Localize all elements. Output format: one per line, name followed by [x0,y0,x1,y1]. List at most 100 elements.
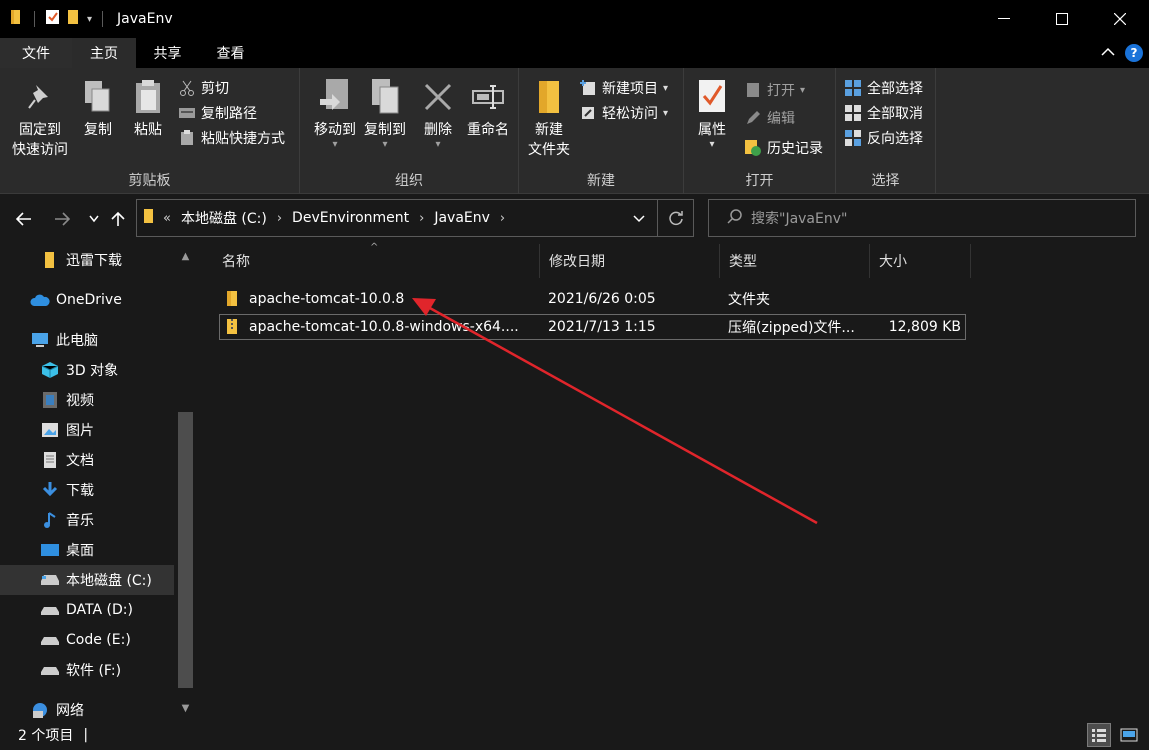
table-row[interactable]: apache-tomcat-10.0.8 2021/6/26 0:05 文件夹 [219,287,966,313]
new-folder-icon[interactable] [67,9,81,29]
column-header-date[interactable]: 修改日期 [540,244,720,278]
address-prefix[interactable]: « [163,211,171,226]
sidebar-item-data-d[interactable]: DATA (D:) [0,595,174,625]
edit-label: 编辑 [767,111,795,127]
paste-shortcut-icon [178,129,196,147]
sidebar-item-software-f[interactable]: 软件 (F:) [0,655,174,685]
sidebar-item-videos[interactable]: 视频 [0,385,174,415]
copy-button[interactable]: 复制 [78,76,118,140]
refresh-icon[interactable] [657,200,693,236]
sidebar-item-onedrive[interactable]: OneDrive [0,285,174,315]
sidebar-item-xunlei[interactable]: 迅雷下载 [0,245,174,275]
scrollbar-thumb[interactable] [178,412,193,688]
computer-icon [30,331,50,349]
rename-button[interactable]: 重命名 [463,76,513,140]
open-icon [744,81,762,99]
quick-access-toolbar: ▾ JavaEnv [0,0,173,38]
table-row[interactable]: apache-tomcat-10.0.8-windows-x64.... 202… [219,314,966,340]
column-header-type[interactable]: 类型 [720,244,870,278]
delete-button[interactable]: 删除 ▾ [418,76,458,150]
toolbar-separator [102,11,104,27]
recent-locations-button[interactable] [82,207,106,231]
forward-button[interactable] [50,207,74,231]
paste-shortcut-button[interactable]: 粘贴快捷方式 [178,126,285,150]
address-bar[interactable]: « 本地磁盘 (C:) › DevEnvironment › JavaEnv › [136,199,694,237]
maximize-button[interactable] [1033,0,1091,38]
scroll-up-icon[interactable]: ▲ [176,246,195,266]
select-all-button[interactable]: 全部选择 [844,76,923,100]
breadcrumb-drive[interactable]: 本地磁盘 (C:) [181,208,267,228]
select-group-label: 选择 [871,173,900,189]
sidebar-item-this-pc[interactable]: 此电脑 [0,325,174,355]
tab-home[interactable]: 主页 [72,38,136,68]
open-button[interactable]: 打开 ▾ [744,78,805,102]
sidebar-scrollbar[interactable]: ▲ ▼ [176,244,195,720]
sidebar-item-3d-objects[interactable]: 3D 对象 [0,355,174,385]
sidebar-item-desktop[interactable]: 桌面 [0,535,174,565]
up-button[interactable] [106,207,130,231]
copy-path-button[interactable]: 复制路径 [178,101,257,125]
back-button[interactable] [12,207,36,231]
sidebar-item-pictures[interactable]: 图片 [0,415,174,445]
edit-button[interactable]: 编辑 [744,106,795,130]
paste-button[interactable]: 粘贴 [128,76,168,140]
chevron-right-icon[interactable]: › [500,211,505,226]
new-item-label: 新建项目 [602,81,658,97]
address-dropdown-icon[interactable] [633,211,645,227]
sidebar-item-downloads[interactable]: 下载 [0,475,174,505]
new-folder-button[interactable]: 新建 文件夹 [525,76,573,160]
ribbon-tabs: 文件 主页 共享 查看 ? [0,38,1149,68]
column-header-name[interactable]: 名称 [213,244,540,278]
drive-icon [40,631,60,649]
history-label: 历史记录 [767,141,823,157]
details-view-icon[interactable] [1087,723,1111,747]
new-item-button[interactable]: 新建项目 ▾ [579,76,668,100]
document-icon [40,451,60,469]
sidebar-item-local-disk-c[interactable]: 本地磁盘 (C:) [0,565,174,595]
chevron-right-icon[interactable]: › [419,211,424,226]
cube-icon [40,361,60,379]
invert-selection-button[interactable]: 反向选择 [844,126,923,150]
chevron-right-icon[interactable]: › [277,211,282,226]
new-group-label: 新建 [587,173,615,189]
history-button[interactable]: 历史记录 [744,136,823,160]
file-name[interactable]: apache-tomcat-10.0.8-windows-x64.... [249,315,539,339]
pin-quick-access-button[interactable]: 固定到 快速访问 [10,76,70,160]
breadcrumb-javaenv[interactable]: JavaEnv [434,210,490,226]
properties-check-icon[interactable] [45,9,61,29]
new-folder-label-2: 文件夹 [528,142,570,158]
properties-label: 属性 [698,122,726,138]
pin-icon [22,76,58,118]
item-count: 2 个项目 [18,728,74,744]
easy-access-label: 轻松访问 [602,106,658,122]
collapse-ribbon-icon[interactable] [1101,45,1115,61]
select-all-label: 全部选择 [867,81,923,97]
column-header-size[interactable]: 大小 [870,244,971,278]
tab-share[interactable]: 共享 [136,38,199,68]
sidebar-item-music[interactable]: 音乐 [0,505,174,535]
file-name[interactable]: apache-tomcat-10.0.8 [249,287,539,311]
easy-access-button[interactable]: 轻松访问 ▾ [579,101,668,125]
select-none-button[interactable]: 全部取消 [844,101,923,125]
minimize-button[interactable] [975,0,1033,38]
status-bar: 2 个项目 | [0,720,1149,750]
tab-view[interactable]: 查看 [199,38,262,68]
pin-label-1: 固定到 [19,122,61,138]
help-icon[interactable]: ? [1125,44,1143,62]
large-icons-view-icon[interactable] [1117,723,1141,747]
search-box[interactable]: 搜索"JavaEnv" [708,199,1136,237]
breadcrumb-devenvironment[interactable]: DevEnvironment [292,210,409,226]
copy-to-button[interactable]: 复制到 ▾ [356,76,414,150]
cut-button[interactable]: 剪切 [178,76,229,100]
search-placeholder[interactable]: 搜索"JavaEnv" [751,208,847,228]
close-button[interactable] [1091,0,1149,38]
tab-file[interactable]: 文件 [0,38,72,68]
sidebar-item-documents[interactable]: 文档 [0,445,174,475]
scroll-down-icon[interactable]: ▼ [176,698,195,718]
file-type: 文件夹 [728,292,770,308]
file-size: 12,809 KB [888,319,961,335]
download-icon [40,481,60,499]
properties-button[interactable]: 属性 ▾ [692,76,732,150]
customize-dropdown-icon[interactable]: ▾ [87,14,92,25]
sidebar-item-code-e[interactable]: Code (E:) [0,625,174,655]
